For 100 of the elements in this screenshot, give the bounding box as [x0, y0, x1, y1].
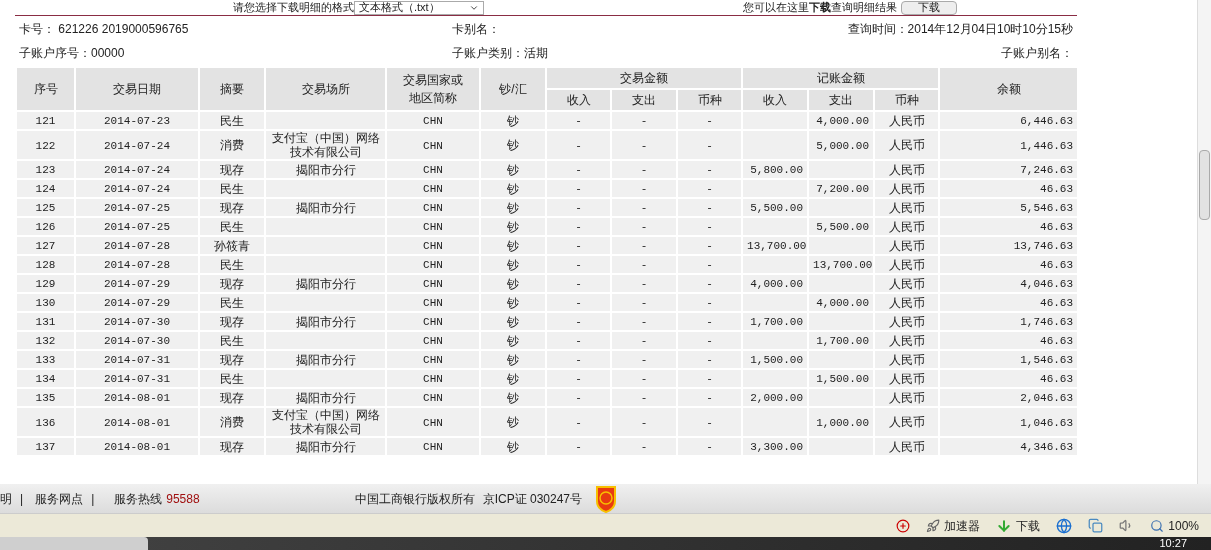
cash-cell: 钞 [507, 219, 519, 234]
country-cell: CHN [423, 335, 443, 347]
amount-cell: - [640, 202, 648, 214]
currency-cell: 人民币 [888, 200, 925, 215]
format-label: 请您选择下载明细的格式 [233, 0, 354, 16]
amount-cell: - [575, 373, 582, 385]
date-cell: 2014-07-29 [104, 278, 170, 290]
balance-cell: 1,546.63 [1020, 354, 1074, 366]
amount-cell: - [640, 221, 648, 233]
card-number: 卡号： 621226 2019000596765 [19, 21, 190, 38]
separator: | [91, 490, 95, 508]
currency-cell: 人民币 [888, 295, 925, 310]
footer-link[interactable]: 明 [0, 489, 12, 508]
currency-cell: 人民币 [888, 162, 925, 177]
place-cell: 揭阳市分行 [295, 439, 356, 454]
globe-icon[interactable] [1056, 517, 1073, 534]
amount-cell: - [575, 115, 582, 127]
balance-cell: 7,246.63 [1020, 164, 1074, 176]
row-number: 127 [35, 240, 56, 252]
sub-account-alias: 子账户别名： [1000, 45, 1073, 62]
currency-cell: - [706, 259, 713, 271]
zoom-button[interactable]: 100% [1150, 516, 1199, 535]
balance-cell: 1,446.63 [1020, 139, 1074, 152]
sub-account-type: 子账户类别：活期 [452, 45, 550, 62]
amount-cell: 1,700.00 [750, 316, 804, 328]
place-cell: 揭阳市分行 [295, 200, 356, 215]
summary-cell: 民生 [220, 333, 244, 348]
column-group-header: 记账金额 [816, 71, 865, 85]
amount-cell: 1,700.00 [816, 335, 870, 347]
column-header: 交易场所 [301, 81, 350, 98]
place-cell: 支付宝（中国）网络技术有限公司 [270, 408, 381, 436]
date-cell: 2014-08-01 [104, 392, 170, 404]
column-header: 币种 [697, 93, 722, 107]
summary-cell: 消费 [220, 138, 244, 152]
add-on-icon[interactable] [896, 518, 911, 533]
currency-cell: 人民币 [888, 219, 925, 234]
download-status-button[interactable]: 下载 [996, 516, 1041, 535]
search-icon [1150, 518, 1165, 533]
row-number: 130 [35, 297, 56, 309]
summary-cell: 民生 [220, 295, 244, 310]
summary-cell: 现存 [220, 390, 244, 405]
summary-cell: 现存 [220, 352, 244, 367]
currency-cell: - [706, 278, 713, 290]
summary-cell: 现存 [220, 439, 244, 454]
amount-cell: - [640, 259, 648, 271]
date-cell: 2014-08-01 [104, 416, 170, 429]
cash-cell: 钞 [507, 390, 519, 405]
date-cell: 2014-07-24 [104, 164, 170, 176]
shield-logo-icon [594, 484, 618, 513]
column-header: 支出 [632, 93, 656, 107]
currency-cell: 人民币 [888, 390, 925, 405]
footer-link[interactable]: 服务网点 [35, 489, 84, 508]
summary-cell: 民生 [220, 181, 244, 196]
amount-cell: 3,300.00 [750, 441, 804, 453]
balance-cell: 4,046.63 [1020, 278, 1074, 290]
date-cell: 2014-07-30 [104, 316, 170, 328]
cash-cell: 钞 [507, 439, 519, 454]
amount-cell: - [640, 164, 648, 176]
windows-icon[interactable] [1088, 518, 1104, 533]
amount-cell: 7,200.00 [816, 183, 870, 195]
currency-cell: - [706, 416, 713, 429]
summary-cell: 现存 [220, 276, 244, 291]
row-number: 126 [35, 221, 56, 233]
amount-cell: 1,500.00 [816, 373, 870, 385]
cash-cell: 钞 [507, 276, 519, 291]
row-number: 122 [35, 139, 56, 152]
column-header: 余额 [996, 82, 1021, 96]
date-cell: 2014-07-25 [104, 202, 170, 214]
country-cell: CHN [423, 115, 443, 127]
amount-cell: 4,000.00 [816, 297, 870, 309]
cash-cell: 钞 [507, 314, 519, 329]
amount-cell: - [575, 392, 582, 404]
date-cell: 2014-07-30 [104, 335, 170, 347]
place-cell: 揭阳市分行 [295, 162, 356, 177]
balance-cell: 2,046.63 [1020, 392, 1074, 404]
currency-cell: - [706, 164, 713, 176]
amount-cell: 1,000.00 [816, 416, 870, 429]
amount-cell: 5,800.00 [750, 164, 804, 176]
cash-cell: 钞 [507, 113, 519, 128]
place-cell: 揭阳市分行 [295, 276, 356, 291]
country-cell: CHN [423, 354, 443, 366]
currency-cell: - [706, 221, 713, 233]
amount-cell: - [640, 373, 648, 385]
cash-cell: 钞 [507, 200, 519, 215]
balance-cell: 46.63 [1040, 335, 1074, 347]
currency-cell: - [706, 240, 713, 252]
currency-cell: - [706, 316, 713, 328]
separator: | [20, 490, 24, 508]
date-cell: 2014-07-24 [104, 139, 170, 152]
column-header: 收入 [763, 93, 788, 107]
column-header: 收入 [566, 93, 591, 107]
amount-cell: - [575, 441, 582, 453]
download-button[interactable]: 下载 [901, 0, 957, 15]
row-number: 132 [35, 335, 56, 347]
amount-cell: 5,500.00 [750, 202, 804, 214]
format-select[interactable]: 文本格式（.txt） [354, 0, 484, 15]
country-cell: CHN [423, 221, 443, 233]
accelerator-button[interactable]: 加速器 [926, 516, 981, 535]
cash-cell: 钞 [507, 181, 519, 196]
currency-cell: 人民币 [888, 181, 925, 196]
